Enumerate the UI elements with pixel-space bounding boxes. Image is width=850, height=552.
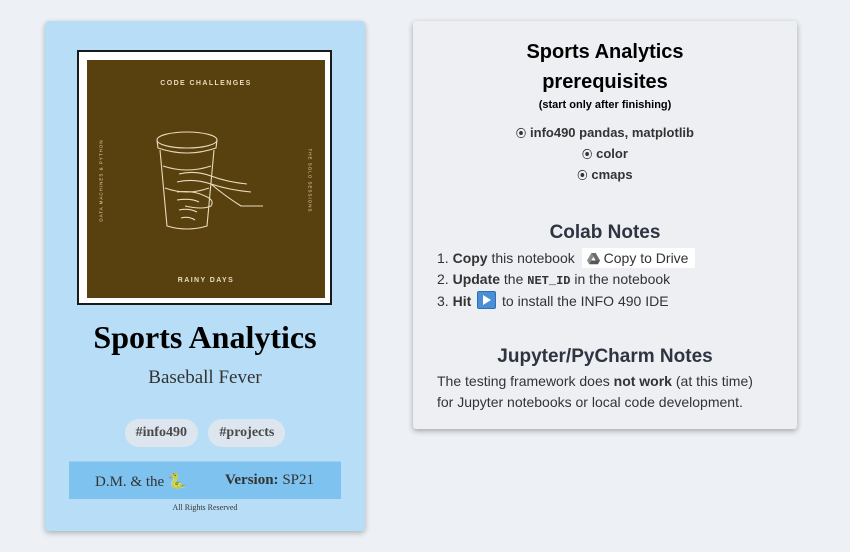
version-label: Version: [224, 472, 279, 488]
version-value: SP21 [282, 472, 314, 488]
radio-bullet-icon: ⦿ [582, 150, 593, 161]
tag-info490[interactable]: #info490 [124, 419, 198, 447]
prereq-item: ⦿ color [413, 146, 797, 161]
panel-title-line2: prerequisites [542, 71, 668, 93]
step-action: Hit [452, 293, 472, 309]
tag-list: #info490 #projects [45, 419, 365, 447]
colab-step-3: 3. Hit to install the INFO 490 IDE [437, 291, 669, 309]
jupyter-notes-heading: Jupyter/PyCharm Notes [497, 346, 713, 367]
card-subtitle: Baseball Fever [148, 367, 262, 388]
panel-subtitle: (start only after finishing) [538, 99, 672, 111]
colab-step-1: 1. Copy this notebook Copy to Drive [437, 248, 696, 268]
colab-notes-heading: Colab Notes [549, 222, 661, 243]
coffee-cup-icon [156, 131, 263, 230]
radio-bullet-icon: ⦿ [516, 129, 527, 140]
step-text: to install the INFO 490 IDE [502, 293, 669, 309]
step-text: in the notebook [574, 271, 671, 287]
prereq-label[interactable]: color [596, 146, 628, 161]
note-text: (at this time) [675, 373, 753, 389]
note-text: The testing framework does [437, 373, 610, 389]
cover-left-text: DATA MACHINES & PYTHON [98, 139, 104, 222]
prereq-label[interactable]: info490 pandas, matplotlib [530, 125, 694, 140]
net-id-code: NET_ID [527, 274, 571, 288]
prereq-item: ⦿ info490 pandas, matplotlib [413, 125, 797, 140]
step-text: this notebook [491, 250, 575, 266]
card-title: Sports Analytics [93, 319, 317, 355]
cover-image: CODE CHALLENGES DATA MACHINES & PYTHON T… [87, 60, 325, 298]
google-drive-icon [586, 253, 600, 265]
step-text: the [503, 271, 524, 287]
panel-title-line1: Sports Analytics [526, 41, 684, 63]
notes-panel: Sports Analytics prerequisites (start on… [413, 21, 797, 429]
prereq-label[interactable]: cmaps [591, 167, 632, 182]
cover-bottom-text: RAINY DAYS [177, 277, 235, 284]
prereq-item: ⦿ cmaps [413, 167, 797, 182]
jupyter-note-line1: The testing framework does not work (at … [437, 373, 753, 389]
note-emphasis: not work [613, 373, 672, 389]
card-footer-bar: D.M. & the 🐍 Version: SP21 [69, 461, 341, 499]
rights-text: All Rights Reserved [172, 503, 238, 512]
cover-right-text: THE SOLO SESSIONS [307, 148, 313, 213]
cover-top-text: CODE CHALLENGES [160, 80, 252, 87]
play-button-icon[interactable] [477, 291, 497, 309]
course-card: CODE CHALLENGES DATA MACHINES & PYTHON T… [45, 21, 365, 531]
author-label: D.M. & the 🐍 [95, 474, 187, 490]
colab-step-2: 2. Update the NET_ID in the notebook [437, 271, 670, 288]
step-action: Copy [452, 250, 488, 266]
jupyter-note-line2: for Jupyter notebooks or local code deve… [437, 394, 743, 410]
step-number: 2. [437, 271, 449, 287]
step-number: 3. [437, 293, 449, 309]
tag-projects[interactable]: #projects [208, 419, 286, 447]
radio-bullet-icon: ⦿ [577, 171, 588, 182]
copy-to-drive-label: Copy to Drive [603, 250, 689, 266]
step-action: Update [452, 271, 501, 287]
step-number: 1. [437, 250, 449, 266]
version-info: Version: SP21 [225, 472, 314, 489]
copy-to-drive-button[interactable]: Copy to Drive [581, 248, 696, 268]
cover-image-frame: CODE CHALLENGES DATA MACHINES & PYTHON T… [77, 50, 332, 305]
